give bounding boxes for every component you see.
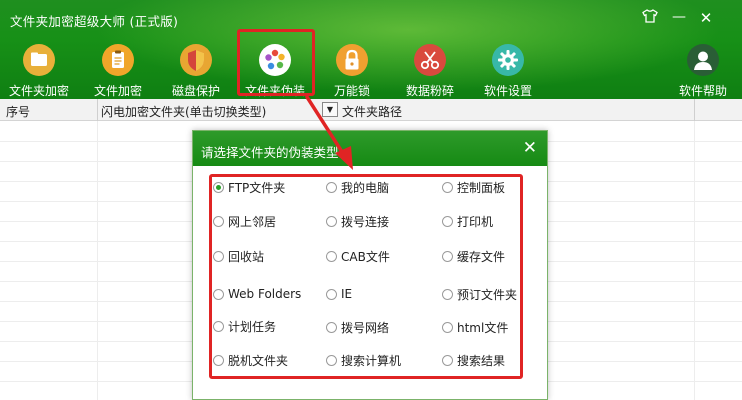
- option-subscription-folder[interactable]: 预订文件夹: [442, 286, 517, 302]
- radio[interactable]: [442, 288, 453, 300]
- column-header-encrypted-folder[interactable]: 闪电加密文件夹(单击切换类型): [101, 103, 266, 120]
- toolbar-label: 数据粉碎: [405, 84, 454, 98]
- option-label: 网上邻居: [228, 214, 277, 229]
- option-label: 计划任务: [228, 319, 277, 334]
- app-title: 文件夹加密超级大师 (正式版): [10, 14, 179, 29]
- table-header: 序号 闪电加密文件夹(单击切换类型) ▼ 文件夹路径: [0, 99, 742, 121]
- radio[interactable]: [326, 250, 337, 262]
- option-search-computer[interactable]: 搜索计算机: [326, 352, 401, 368]
- option-network-neighborhood[interactable]: 网上邻居: [213, 213, 276, 229]
- toolbar-label: 文件夹加密: [8, 84, 69, 98]
- option-label: FTP文件夹: [228, 180, 286, 195]
- toolbar-data-shred-button[interactable]: 数据粉碎: [394, 40, 466, 98]
- option-label: CAB文件: [341, 249, 390, 264]
- disguise-highlight-box: [237, 29, 315, 96]
- option-search-results[interactable]: 搜索结果: [442, 352, 505, 368]
- column-header-folder-path[interactable]: 文件夹路径: [342, 103, 402, 120]
- toolbar-label: 软件设置: [483, 84, 532, 98]
- option-label: Web Folders: [228, 287, 302, 301]
- toolbar-universal-lock-button[interactable]: 万能锁: [316, 40, 388, 98]
- minimize-button[interactable]: —: [670, 9, 688, 25]
- option-printer[interactable]: 打印机: [442, 213, 493, 229]
- radio[interactable]: [213, 215, 224, 227]
- radio[interactable]: [213, 288, 224, 300]
- option-control-panel[interactable]: 控制面板: [442, 179, 505, 195]
- toolbar-disk-protect-button[interactable]: 磁盘保护: [160, 40, 232, 98]
- radio[interactable]: [326, 354, 337, 366]
- radio[interactable]: [442, 250, 453, 262]
- dialog-title: 请选择文件夹的伪装类型: [201, 145, 339, 160]
- radio[interactable]: [442, 181, 453, 193]
- option-ftp-folder[interactable]: FTP文件夹: [213, 179, 285, 195]
- option-label: IE: [341, 287, 353, 301]
- option-offline-folder[interactable]: 脱机文件夹: [213, 352, 288, 368]
- option-label: 搜索结果: [457, 353, 506, 368]
- disguise-type-dialog: 请选择文件夹的伪装类型 ✕ FTP文件夹 我的电脑 控制面板 网上邻居 拨号连接…: [192, 130, 548, 400]
- radio[interactable]: [213, 250, 224, 262]
- scissors-icon: [414, 44, 446, 76]
- option-dial-up-network[interactable]: 拨号网络: [326, 319, 389, 335]
- option-label: 搜索计算机: [341, 353, 402, 368]
- option-recycle-bin[interactable]: 回收站: [213, 248, 264, 264]
- option-html-file[interactable]: html文件: [442, 319, 508, 335]
- radio[interactable]: [442, 215, 453, 227]
- option-my-computer[interactable]: 我的电脑: [326, 179, 389, 195]
- column-divider[interactable]: [694, 99, 695, 121]
- option-label: 缓存文件: [457, 249, 506, 264]
- title-bar: 文件夹加密超级大师 (正式版) — ✕ 文件夹加密 文件加密 磁盘保护 文件夹伪…: [0, 0, 742, 99]
- option-cache-file[interactable]: 缓存文件: [442, 248, 505, 264]
- option-label: 脱机文件夹: [228, 353, 289, 368]
- lock-icon: [336, 44, 368, 76]
- radio[interactable]: [326, 288, 337, 300]
- radio[interactable]: [442, 354, 453, 366]
- toolbar-help-button[interactable]: 软件帮助: [667, 40, 739, 98]
- radio[interactable]: [213, 354, 224, 366]
- toolbar-label: 文件加密: [93, 84, 142, 98]
- dialog-title-bar: 请选择文件夹的伪装类型 ✕: [193, 131, 547, 166]
- option-label: 拨号连接: [341, 214, 390, 229]
- option-label: 控制面板: [457, 180, 506, 195]
- toolbar-settings-button[interactable]: 软件设置: [472, 40, 544, 98]
- toolbar-label: 磁盘保护: [171, 84, 220, 98]
- type-dropdown-button[interactable]: ▼: [322, 102, 338, 117]
- clipboard-icon: [102, 44, 134, 76]
- folder-icon: [23, 44, 55, 76]
- shield-icon: [180, 44, 212, 76]
- column-divider[interactable]: [97, 99, 98, 121]
- radio[interactable]: [213, 320, 224, 332]
- option-web-folders[interactable]: Web Folders: [213, 286, 301, 302]
- close-window-button[interactable]: ✕: [697, 9, 715, 27]
- option-label: 我的电脑: [341, 180, 390, 195]
- option-ie[interactable]: IE: [326, 286, 352, 302]
- gear-icon: [492, 44, 524, 76]
- option-label: 拨号网络: [341, 320, 390, 335]
- options-highlight-box: [209, 174, 523, 379]
- shirt-icon[interactable]: [641, 9, 659, 27]
- option-label: html文件: [457, 320, 509, 335]
- option-cab-file[interactable]: CAB文件: [326, 248, 390, 264]
- option-label: 回收站: [228, 249, 265, 264]
- column-header-index[interactable]: 序号: [6, 103, 30, 120]
- radio[interactable]: [442, 321, 453, 333]
- option-scheduled-tasks[interactable]: 计划任务: [213, 318, 276, 334]
- radio-selected[interactable]: [213, 181, 224, 193]
- radio[interactable]: [326, 181, 337, 193]
- close-icon[interactable]: ✕: [523, 138, 537, 158]
- option-label: 打印机: [457, 214, 494, 229]
- toolbar-label: 软件帮助: [678, 84, 727, 98]
- radio[interactable]: [326, 321, 337, 333]
- radio[interactable]: [326, 215, 337, 227]
- option-dial-up-connection[interactable]: 拨号连接: [326, 213, 389, 229]
- toolbar-folder-encrypt-button[interactable]: 文件夹加密: [3, 40, 75, 98]
- toolbar-file-encrypt-button[interactable]: 文件加密: [82, 40, 154, 98]
- user-icon: [687, 44, 719, 76]
- option-label: 预订文件夹: [457, 287, 518, 302]
- toolbar-label: 万能锁: [333, 84, 370, 98]
